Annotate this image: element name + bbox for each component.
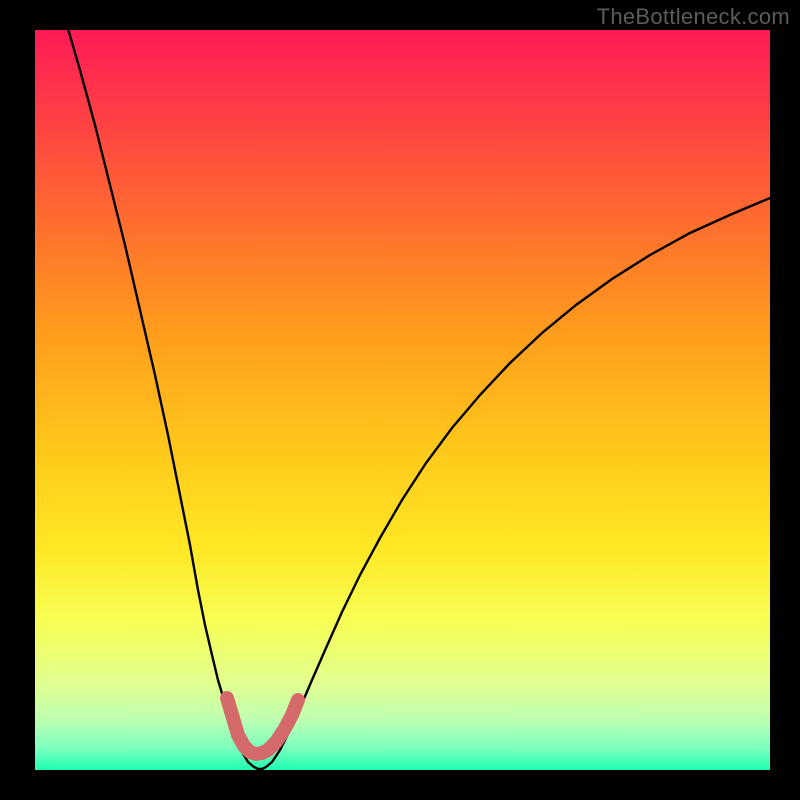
plot-background	[35, 30, 770, 770]
bottleneck-chart	[0, 0, 800, 800]
watermark-text: TheBottleneck.com	[597, 4, 790, 30]
chart-container: TheBottleneck.com	[0, 0, 800, 800]
